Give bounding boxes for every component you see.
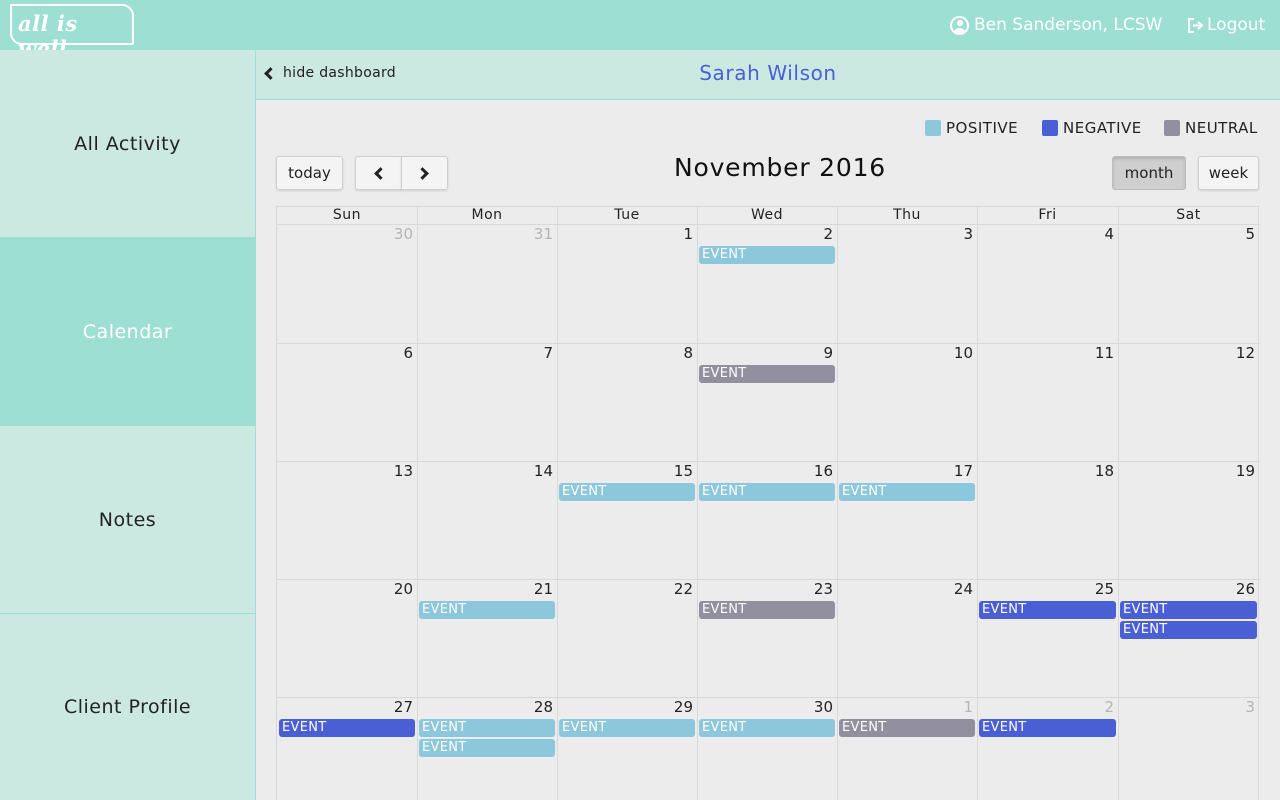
day-number: 3 — [1245, 698, 1255, 716]
day-number: 26 — [1235, 580, 1255, 598]
chevron-left-icon — [374, 166, 387, 180]
day-number: 12 — [1235, 344, 1255, 362]
user-menu[interactable]: Ben Sanderson, LCSW — [950, 13, 1162, 37]
week-view-button[interactable]: week — [1198, 156, 1259, 190]
day-number: 18 — [1094, 462, 1114, 480]
legend-label: POSITIVE — [946, 119, 1019, 137]
client-name: Sarah Wilson — [699, 61, 837, 85]
calendar-title: November 2016 — [673, 153, 887, 182]
logout-label: Logout — [1207, 15, 1266, 35]
day-number: 2 — [823, 225, 833, 243]
day-number: 7 — [543, 344, 553, 362]
weekday-header: Mon — [471, 207, 503, 223]
calendar-event-positive[interactable]: EVENT — [419, 601, 555, 619]
day-number: 13 — [393, 462, 413, 480]
legend-label: NEGATIVE — [1063, 119, 1142, 137]
weekday-header: Fri — [1038, 207, 1057, 223]
calendar-event-neutral[interactable]: EVENT — [699, 601, 835, 619]
calendar-event-positive[interactable]: EVENT — [699, 246, 835, 264]
calendar-event-positive[interactable]: EVENT — [559, 483, 695, 501]
user-circle-icon — [950, 15, 969, 35]
calendar-event-positive[interactable]: EVENT — [699, 483, 835, 501]
day-number: 24 — [953, 580, 973, 598]
legend-swatch — [925, 120, 941, 136]
weekday-header: Sat — [1176, 207, 1201, 223]
today-label: today — [288, 164, 331, 182]
user-name: Ben Sanderson, LCSW — [974, 15, 1163, 35]
legend-swatch — [1164, 120, 1180, 136]
day-number: 21 — [533, 580, 553, 598]
sidebar: All Activity Calendar Notes Client Profi… — [0, 50, 256, 800]
today-button[interactable]: today — [276, 156, 343, 190]
day-number: 11 — [1094, 344, 1114, 362]
day-number: 27 — [393, 698, 413, 716]
day-number: 1 — [963, 698, 973, 716]
sidebar-item-calendar[interactable]: Calendar — [0, 238, 255, 426]
month-label: month — [1124, 164, 1174, 182]
sidebar-item-label: All Activity — [74, 132, 181, 155]
day-number: 30 — [393, 225, 413, 243]
day-number: 5 — [1245, 225, 1255, 243]
legend-swatch — [1042, 120, 1058, 136]
legend-positive: POSITIVE — [925, 119, 1018, 137]
top-bar: all is well Ben Sanderson, LCSW Logout — [0, 0, 1280, 61]
calendar-grid: Sun Mon Tue Wed Thu Fri Sat 30 31 1 2 3 4 5 6 7 8 9 10 11 12… — [276, 206, 1260, 800]
day-number: 29 — [673, 698, 693, 716]
legend-label: NEUTRAL — [1185, 119, 1258, 137]
day-number: 15 — [673, 462, 693, 480]
sidebar-item-notes[interactable]: Notes — [0, 426, 255, 614]
weekday-header: Wed — [750, 207, 784, 223]
chevron-right-icon — [416, 166, 429, 180]
sidebar-item-client-profile[interactable]: Client Profile — [0, 614, 255, 800]
calendar-event-negative[interactable]: EVENT — [279, 719, 415, 737]
sidebar-item-label: Calendar — [82, 320, 173, 343]
day-number: 23 — [813, 580, 833, 598]
day-number: 30 — [813, 698, 833, 716]
calendar-event-negative[interactable]: EVENT — [1120, 621, 1257, 639]
calendar-event-positive[interactable]: EVENT — [419, 739, 555, 757]
weekday-header: Thu — [893, 207, 921, 223]
day-number: 31 — [533, 225, 553, 243]
legend-neutral: NEUTRAL — [1164, 119, 1258, 137]
day-number: 20 — [393, 580, 413, 598]
calendar-event-negative[interactable]: EVENT — [979, 719, 1116, 737]
day-number: 10 — [953, 344, 973, 362]
prev-month-button[interactable] — [355, 156, 402, 190]
day-number: 25 — [1094, 580, 1114, 598]
day-number: 1 — [683, 225, 693, 243]
day-number: 19 — [1235, 462, 1255, 480]
day-number: 6 — [403, 344, 413, 362]
week-label: week — [1208, 164, 1249, 182]
day-number: 3 — [963, 225, 973, 243]
day-number: 22 — [673, 580, 693, 598]
calendar-event-positive[interactable]: EVENT — [419, 719, 555, 737]
calendar-event-positive[interactable]: EVENT — [839, 483, 975, 501]
next-month-button[interactable] — [401, 156, 448, 190]
logout-button[interactable]: Logout — [1187, 13, 1265, 37]
day-number: 9 — [823, 344, 833, 362]
weekday-header: Tue — [614, 207, 640, 223]
sidebar-item-all-activity[interactable]: All Activity — [0, 50, 255, 238]
app-logo[interactable]: all is well — [10, 4, 134, 61]
day-number: 8 — [683, 344, 693, 362]
sidebar-item-label: Notes — [98, 508, 157, 531]
calendar-event-positive[interactable]: EVENT — [699, 719, 835, 737]
legend-negative: NEGATIVE — [1042, 119, 1142, 137]
sign-out-icon — [1188, 17, 1204, 33]
calendar-event-neutral[interactable]: EVENT — [839, 719, 975, 737]
day-number: 17 — [953, 462, 973, 480]
day-number: 4 — [1104, 225, 1114, 243]
calendar-event-negative[interactable]: EVENT — [979, 601, 1116, 619]
month-view-button[interactable]: month — [1112, 156, 1186, 190]
day-number: 14 — [533, 462, 553, 480]
sidebar-item-label: Client Profile — [63, 696, 192, 718]
calendar-event-neutral[interactable]: EVENT — [699, 365, 835, 383]
day-number: 2 — [1104, 698, 1114, 716]
day-number: 16 — [813, 462, 833, 480]
weekday-header: Sun — [332, 207, 362, 223]
day-number: 28 — [533, 698, 553, 716]
dashboard-header: hide dashboard Sarah Wilson — [256, 50, 1280, 100]
calendar-event-positive[interactable]: EVENT — [559, 719, 695, 737]
calendar-event-negative[interactable]: EVENT — [1120, 601, 1257, 619]
